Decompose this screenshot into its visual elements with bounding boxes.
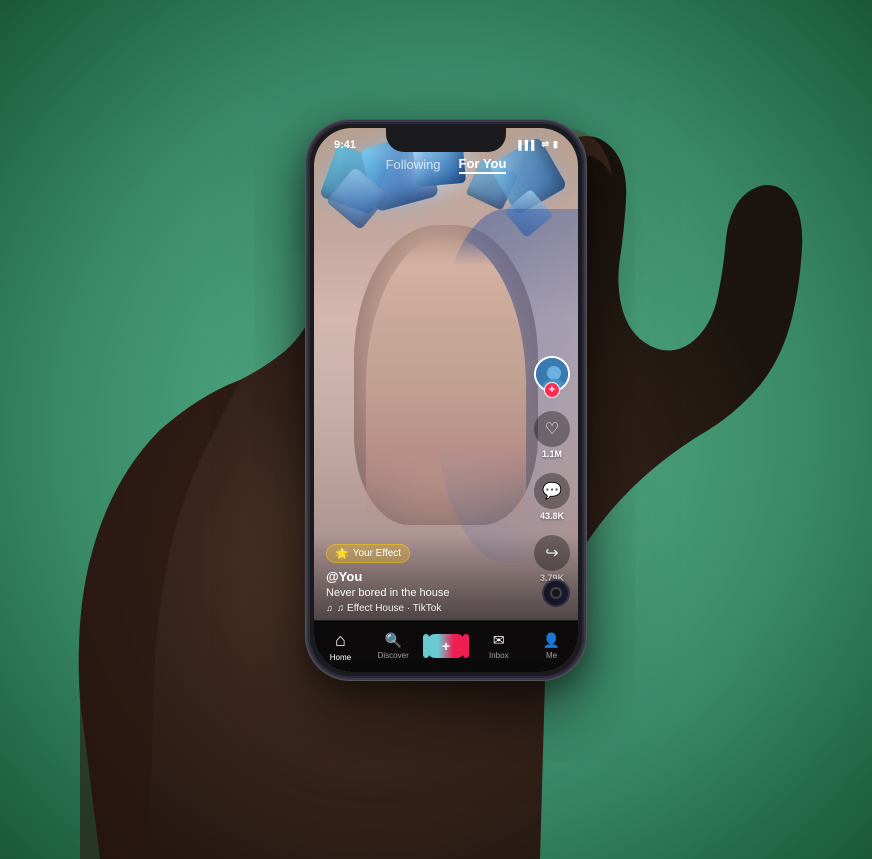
effect-badge: 🌟 Your Effect (326, 544, 410, 563)
signal-icon: ▌▌▌ (518, 140, 537, 150)
nav-home[interactable]: ⌂ Home (314, 630, 367, 662)
discover-label: Discover (378, 651, 409, 660)
status-time: 9:41 (334, 139, 356, 151)
video-info-overlay: 🌟 Your Effect @You Never bored in the ho… (314, 534, 578, 622)
creator-username[interactable]: @You (326, 569, 566, 584)
top-nav: Following For You (314, 156, 578, 174)
video-caption: Never bored in the house (326, 587, 566, 599)
comment-icon: 💬 (534, 473, 570, 509)
profile-icon: 👤 (543, 632, 560, 649)
discover-icon: 🔍 (384, 632, 401, 649)
bottom-nav: ⌂ Home 🔍 Discover + (314, 620, 578, 672)
add-button[interactable]: + (427, 634, 465, 658)
comment-button[interactable]: 💬 43.8K (534, 473, 570, 521)
phone-frame: 9:41 ▌▌▌ ⇌ ▮ Following For You (306, 120, 586, 680)
video-background: 9:41 ▌▌▌ ⇌ ▮ Following For You (314, 128, 578, 672)
tab-following[interactable]: Following (386, 157, 441, 172)
status-icons: ▌▌▌ ⇌ ▮ (518, 139, 558, 150)
phone-screen: 9:41 ▌▌▌ ⇌ ▮ Following For You (314, 128, 578, 672)
nav-inbox[interactable]: ✉ Inbox (472, 632, 525, 660)
home-icon: ⌂ (335, 630, 346, 651)
comment-count: 43.8K (540, 511, 564, 521)
person-body (366, 236, 526, 535)
battery-icon: ▮ (553, 139, 558, 150)
profile-label: Me (546, 651, 557, 660)
effect-label: Your Effect (353, 548, 401, 559)
phone-container: 9:41 ▌▌▌ ⇌ ▮ Following For You (306, 120, 586, 680)
wifi-icon: ⇌ (542, 139, 550, 150)
inbox-icon: ✉ (493, 632, 505, 649)
like-button[interactable]: ♡ 1.1M (534, 411, 570, 459)
sound-info[interactable]: ♫ ♫ Effect House · TikTok (326, 603, 566, 614)
inbox-label: Inbox (489, 651, 509, 660)
nav-discover[interactable]: 🔍 Discover (367, 632, 420, 660)
home-label: Home (330, 653, 351, 662)
follow-plus-icon[interactable]: + (544, 382, 560, 398)
sound-name: ♫ Effect House · TikTok (337, 603, 442, 614)
creator-avatar-button[interactable]: + (534, 356, 570, 392)
music-note-icon: ♫ (326, 603, 333, 613)
tab-for-you[interactable]: For You (459, 156, 507, 174)
plus-icon: + (442, 638, 450, 654)
heart-icon: ♡ (534, 411, 570, 447)
effect-star-icon: 🌟 (335, 547, 349, 560)
nav-profile[interactable]: 👤 Me (525, 632, 578, 660)
nav-add[interactable]: + (420, 634, 473, 658)
like-count: 1.1M (542, 449, 562, 459)
phone-notch (386, 128, 506, 152)
